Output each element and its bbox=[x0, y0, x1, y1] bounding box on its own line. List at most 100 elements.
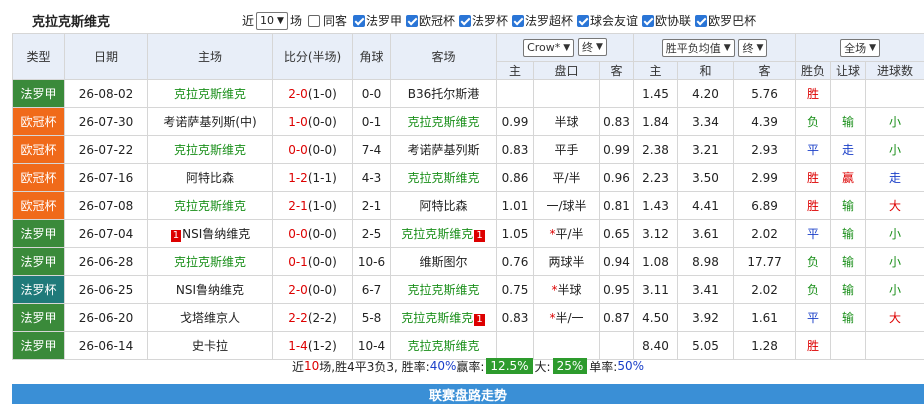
away-team[interactable]: 克拉克斯维克 1 bbox=[390, 219, 497, 248]
score[interactable]: 0-0(0-0) bbox=[272, 219, 353, 248]
match-result: 负 bbox=[795, 247, 832, 276]
league-badge[interactable]: 法罗甲 bbox=[12, 219, 65, 248]
odds-draw: 3.21 bbox=[677, 135, 735, 164]
red-card-badge: 1 bbox=[474, 230, 485, 242]
score[interactable]: 2-0(1-0) bbox=[272, 79, 353, 108]
away-team[interactable]: B36托尔斯港 bbox=[390, 79, 497, 108]
away-team[interactable]: 克拉克斯维克 bbox=[390, 107, 497, 136]
league-badge[interactable]: 法罗杯 bbox=[12, 275, 65, 304]
away-team-name: 考诺萨基列斯 bbox=[407, 143, 480, 157]
filter-checkbox[interactable] bbox=[405, 14, 418, 27]
league-filters: 法罗甲 欧冠杯 法罗杯 法罗超杯 球会友谊 欧协联 欧罗巴杯 bbox=[349, 12, 756, 29]
odds-win: 3.12 bbox=[633, 219, 679, 248]
filter-label: 法罗超杯 bbox=[525, 14, 574, 28]
table-row: 欧冠杯 26-07-22 克拉克斯维克 0-0(0-0) 7-4 考诺萨基列斯 0.83 平手… bbox=[12, 135, 924, 164]
away-team[interactable]: 克拉克斯维克 bbox=[390, 163, 497, 192]
company-header: Crow* ▼ 终 ▼ bbox=[495, 33, 635, 62]
filter-checkbox[interactable] bbox=[642, 14, 655, 27]
home-team[interactable]: 克拉克斯维克 bbox=[147, 191, 273, 220]
home-team[interactable]: 戈塔维京人 bbox=[147, 303, 273, 332]
summary-text: 近 bbox=[292, 359, 305, 374]
handicap-line-text: 半球 bbox=[554, 115, 579, 129]
away-team-name: 克拉克斯维克 bbox=[407, 283, 480, 297]
ou-result bbox=[865, 79, 924, 108]
score[interactable]: 2-0(0-0) bbox=[272, 275, 353, 304]
home-team[interactable]: 克拉克斯维克 bbox=[147, 135, 273, 164]
score[interactable]: 0-1(0-0) bbox=[272, 247, 353, 276]
handicap-line-text: 平/半 bbox=[555, 227, 584, 241]
home-team[interactable]: 1 NSI鲁纳维克 bbox=[147, 219, 273, 248]
away-team[interactable]: 考诺萨基列斯 bbox=[390, 135, 497, 164]
handicap-away-odds: 0.99 bbox=[598, 135, 635, 164]
half-score: (0-0) bbox=[307, 254, 337, 269]
odds-draw: 3.41 bbox=[677, 275, 735, 304]
corner-score: 6-7 bbox=[352, 275, 391, 304]
odds-final-select[interactable]: 终 ▼ bbox=[738, 38, 768, 57]
handicap-home-odds: 0.83 bbox=[496, 303, 534, 332]
home-team[interactable]: 克拉克斯维克 bbox=[147, 79, 273, 108]
chevron-down-icon: ▼ bbox=[277, 15, 284, 26]
away-team[interactable]: 克拉克斯维克 1 bbox=[390, 303, 497, 332]
recent-unit: 场 bbox=[289, 14, 302, 28]
full-score: 1-0 bbox=[288, 114, 308, 129]
same-home-label: 同客 bbox=[322, 14, 347, 28]
filter-checkbox[interactable] bbox=[695, 14, 708, 27]
handicap-line: *平/半 bbox=[533, 219, 600, 248]
field-select[interactable]: 全场 ▼ bbox=[840, 38, 881, 57]
ou-result: 小 bbox=[865, 107, 924, 136]
same-home-checkbox[interactable] bbox=[307, 14, 320, 27]
half-score: (0-0) bbox=[307, 282, 337, 297]
score[interactable]: 1-0(0-0) bbox=[272, 107, 353, 136]
col-away: 客场 bbox=[390, 33, 497, 80]
match-result: 平 bbox=[795, 303, 832, 332]
away-team[interactable]: 维斯图尔 bbox=[390, 247, 497, 276]
company-final-select[interactable]: 终 ▼ bbox=[578, 38, 607, 57]
score[interactable]: 2-1(1-0) bbox=[272, 191, 353, 220]
home-team-name: 考诺萨基列斯(中) bbox=[163, 115, 257, 129]
away-team[interactable]: 克拉克斯维克 bbox=[390, 275, 497, 304]
league-badge[interactable]: 欧冠杯 bbox=[12, 191, 65, 220]
handicap-line-text: 半/一 bbox=[555, 311, 584, 325]
league-badge[interactable]: 法罗甲 bbox=[12, 79, 65, 108]
filter-checkbox[interactable] bbox=[512, 14, 525, 27]
league-badge[interactable]: 欧冠杯 bbox=[12, 163, 65, 192]
home-team[interactable]: 克拉克斯维克 bbox=[147, 247, 273, 276]
corner-score: 2-1 bbox=[352, 191, 391, 220]
table-row: 法罗甲 26-08-02 克拉克斯维克 2-0(1-0) 0-0 B36托尔斯港 1.45 4… bbox=[12, 79, 924, 108]
company-select[interactable]: Crow* ▼ bbox=[523, 38, 575, 57]
odds-draw: 3.50 bbox=[677, 163, 735, 192]
handicap-away-odds: 0.83 bbox=[598, 107, 635, 136]
away-team[interactable]: 阿特比森 bbox=[390, 191, 497, 220]
league-trend-button[interactable]: 联赛盘路走势 bbox=[12, 384, 924, 404]
handicap-home-odds: 1.01 bbox=[496, 191, 534, 220]
filter-checkbox[interactable] bbox=[577, 14, 590, 27]
handicap-away-odds: 0.95 bbox=[598, 275, 635, 304]
filter-bar: 克拉克斯维克 近 10 ▼ 场 同客 法罗甲 欧冠杯 法罗杯 法罗超杯 球会友谊 欧协联 欧罗… bbox=[12, 8, 924, 33]
recent-select[interactable]: 10 ▼ bbox=[256, 11, 288, 30]
league-badge[interactable]: 欧冠杯 bbox=[12, 107, 65, 136]
league-badge[interactable]: 欧冠杯 bbox=[12, 135, 65, 164]
handicap-line bbox=[533, 79, 600, 108]
ou-result: 走 bbox=[865, 163, 924, 192]
odds-win: 2.38 bbox=[633, 135, 679, 164]
home-team[interactable]: NSI鲁纳维克 bbox=[147, 275, 273, 304]
odds-lose: 5.76 bbox=[733, 79, 797, 108]
score[interactable]: 1-2(1-1) bbox=[272, 163, 353, 192]
filter-checkbox[interactable] bbox=[459, 14, 471, 27]
match-result: 胜 bbox=[795, 79, 832, 108]
league-badge[interactable]: 法罗甲 bbox=[12, 303, 65, 332]
home-team[interactable]: 阿特比森 bbox=[147, 163, 273, 192]
league-badge[interactable]: 法罗甲 bbox=[12, 247, 65, 276]
home-team[interactable]: 考诺萨基列斯(中) bbox=[147, 107, 273, 136]
sub-away: 客 bbox=[598, 61, 635, 80]
half-score: (1-0) bbox=[307, 86, 337, 101]
handicap-line: 两球半 bbox=[533, 247, 600, 276]
score[interactable]: 0-0(0-0) bbox=[272, 135, 353, 164]
odds-select[interactable]: 胜平负均值 ▼ bbox=[661, 38, 735, 57]
filter-checkbox[interactable] bbox=[352, 14, 365, 27]
handicap-away-odds: 0.94 bbox=[598, 247, 635, 276]
match-date: 26-07-22 bbox=[64, 135, 148, 164]
score[interactable]: 2-2(2-2) bbox=[272, 303, 353, 332]
corner-score: 10-6 bbox=[352, 247, 391, 276]
handicap-away-odds: 0.65 bbox=[598, 219, 635, 248]
